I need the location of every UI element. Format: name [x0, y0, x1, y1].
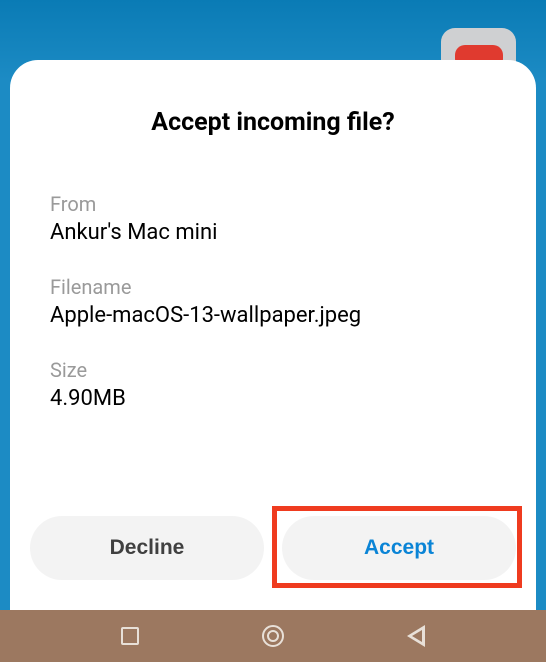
dialog-title: Accept incoming file?: [40, 108, 506, 137]
accept-button[interactable]: Accept: [282, 516, 516, 580]
back-icon[interactable]: [407, 625, 425, 647]
home-icon[interactable]: [262, 625, 284, 647]
size-block: Size 4.90MB: [50, 358, 496, 411]
from-value: Ankur's Mac mini: [50, 220, 496, 245]
size-label: Size: [50, 358, 496, 382]
filename-block: Filename Apple-macOS-13-wallpaper.jpeg: [50, 275, 496, 328]
incoming-file-dialog: Accept incoming file? From Ankur's Mac m…: [10, 60, 536, 610]
file-info-section: From Ankur's Mac mini Filename Apple-mac…: [40, 192, 506, 411]
filename-value: Apple-macOS-13-wallpaper.jpeg: [50, 303, 496, 328]
dialog-button-row: Decline Accept: [30, 516, 516, 580]
filename-label: Filename: [50, 275, 496, 299]
from-block: From Ankur's Mac mini: [50, 192, 496, 245]
decline-button[interactable]: Decline: [30, 516, 264, 580]
size-value: 4.90MB: [50, 386, 496, 411]
recents-icon[interactable]: [121, 627, 139, 645]
from-label: From: [50, 192, 496, 216]
android-nav-bar: [0, 610, 546, 662]
